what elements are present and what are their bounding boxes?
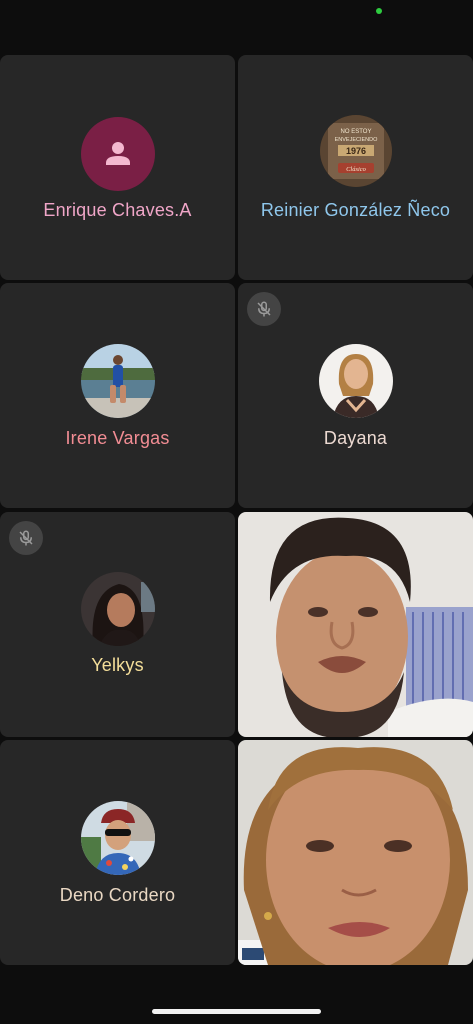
- participant-tile-reinier[interactable]: NO ESTOY ENVEJECIENDO 1976 Clásico Reini…: [238, 55, 473, 280]
- participant-tile-enrique[interactable]: Enrique Chaves.A: [0, 55, 235, 280]
- participant-video-tile[interactable]: [238, 512, 473, 737]
- mic-off-icon: [257, 301, 271, 317]
- participant-name: Yelkys: [91, 655, 144, 675]
- avatar-text: 1976: [345, 146, 365, 156]
- participant-video-tile[interactable]: [238, 740, 473, 965]
- avatar: [80, 572, 155, 646]
- avatar: NO ESTOY ENVEJECIENDO 1976 Clásico: [319, 115, 392, 187]
- video-feed: [238, 512, 473, 737]
- participant-tile-deno[interactable]: Deno Cordero: [0, 740, 235, 965]
- participant-tile-yelkys[interactable]: Yelkys: [0, 512, 235, 737]
- profile-photo: [80, 572, 155, 646]
- participant-name: Enrique Chaves.A: [43, 200, 192, 220]
- avatar-text: ENVEJECIENDO: [334, 137, 378, 143]
- profile-photo: [80, 344, 155, 418]
- participant-tile-dayana[interactable]: Dayana: [238, 283, 473, 508]
- avatar: [80, 801, 155, 875]
- home-indicator[interactable]: [152, 1009, 321, 1014]
- avatar: [80, 117, 155, 191]
- participant-name: Irene Vargas: [65, 428, 170, 448]
- mic-off-icon: [19, 530, 33, 546]
- avatar: [318, 344, 393, 418]
- participant-name: Reinier González Ñeco: [260, 200, 451, 220]
- mute-indicator: [9, 521, 43, 555]
- profile-photo: [318, 344, 393, 418]
- video-feed: [238, 740, 473, 965]
- participant-name: Dayana: [323, 428, 388, 448]
- profile-photo: NO ESTOY ENVEJECIENDO 1976 Clásico: [319, 115, 392, 187]
- avatar-text: Clásico: [346, 166, 367, 173]
- profile-photo: [80, 801, 155, 875]
- camera-indicator-dot: [376, 8, 382, 14]
- person-icon: [105, 142, 130, 165]
- avatar-text: NO ESTOY: [340, 129, 371, 135]
- mute-indicator: [247, 292, 281, 326]
- participant-name: Deno Cordero: [59, 885, 176, 905]
- participant-tile-irene[interactable]: Irene Vargas: [0, 283, 235, 508]
- avatar: [80, 344, 155, 418]
